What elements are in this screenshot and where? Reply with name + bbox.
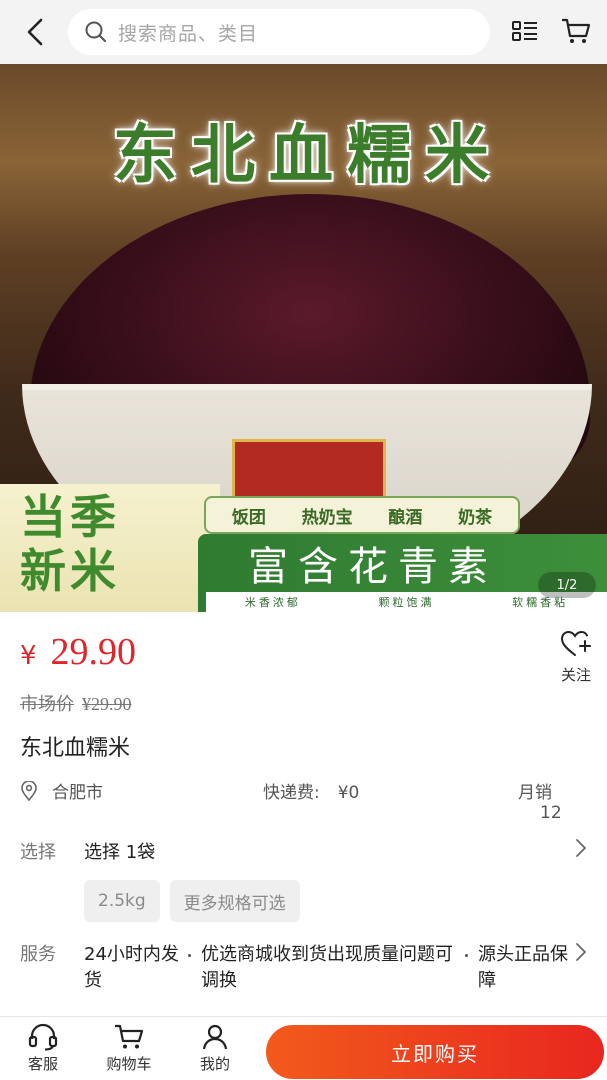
spec-selection-row[interactable]: 选择 选择 1袋 [20, 836, 590, 866]
usage-tags: 饭团 热奶宝 酿酒 奶茶 [204, 496, 520, 534]
service-label: 服务 [20, 944, 56, 965]
customer-service-tab[interactable]: 客服 [13, 1023, 73, 1074]
product-image-carousel[interactable]: 东北血糯米 当季 新米 饭团 热奶宝 酿酒 奶茶 富含花青素 米香浓郁 颗粒饱满… [0, 64, 607, 612]
follow-button[interactable]: 关注 [552, 630, 600, 685]
search-icon [85, 21, 107, 43]
shipping-fee: 快递费: ¥0 [263, 778, 359, 803]
customer-service-label: 客服 [27, 1055, 58, 1073]
bowl-stamp [232, 439, 386, 499]
location: 合肥市 [20, 778, 103, 803]
season-text: 当季 新米 [20, 490, 120, 598]
season-line-2: 新米 [20, 544, 120, 598]
spec-options: 2.5kg 更多规格可选 [84, 880, 310, 922]
cart-button[interactable] [560, 15, 592, 47]
image-title: 东北血糯米 [113, 118, 503, 193]
price-value: 29.90 [50, 631, 137, 673]
back-arrow-icon [27, 18, 43, 46]
subline-item: 米香浓郁 [244, 596, 301, 609]
market-price-value: ¥29.90 [82, 694, 132, 714]
search-bar[interactable]: 搜索商品、类目 [68, 9, 490, 55]
shipping-value: ¥0 [337, 783, 360, 803]
bottom-action-bar: 客服 购物车 我的 立即购买 [0, 1016, 607, 1080]
person-icon [202, 1024, 228, 1050]
back-button[interactable] [18, 14, 54, 50]
market-price-label: 市场价 [20, 694, 74, 714]
monthly-sales: 月销12 [518, 778, 590, 823]
buy-now-button[interactable]: 立即购买 [266, 1025, 604, 1079]
cart-icon [115, 1024, 144, 1049]
sales-value: 12 [540, 803, 562, 823]
market-price: 市场价 ¥29.90 [20, 690, 140, 716]
usage-tag: 饭团 [231, 507, 266, 528]
top-bar: 搜索商品、类目 [0, 0, 607, 64]
chevron-right-icon [576, 839, 586, 857]
shipping-label: 快递费: [263, 783, 320, 803]
product-name: 东北血糯米 [20, 736, 131, 761]
cart-label: 购物车 [106, 1055, 152, 1073]
more-specs-chip[interactable]: 更多规格可选 [169, 880, 300, 922]
service-row[interactable]: 服务 24小时内发货 优选商城收到货出现质量问题可调换 源头正品保障 [20, 940, 590, 1000]
service-item: 优选商城收到货出现质量问题可调换 [201, 944, 453, 991]
currency-symbol: ¥ [20, 641, 37, 671]
image-headline: 富含花青素 [248, 544, 498, 590]
spec-option-chip[interactable]: 2.5kg [84, 880, 160, 922]
usage-tag: 热奶宝 [301, 507, 353, 528]
cart-tab[interactable]: 购物车 [99, 1023, 159, 1074]
sales-label: 月销 [518, 783, 552, 803]
profile-tab[interactable]: 我的 [185, 1023, 245, 1074]
delivery-info-row: 合肥市 快递费: ¥0 月销12 [20, 776, 590, 823]
separator-dot [465, 954, 468, 957]
separator-dot [188, 954, 191, 957]
chevron-right-icon [576, 943, 586, 961]
usage-tag: 奶茶 [458, 507, 493, 528]
category-menu-button[interactable] [510, 16, 542, 48]
location-pin-icon [21, 780, 37, 801]
season-line-1: 当季 [20, 490, 120, 544]
headset-icon [28, 1023, 58, 1051]
selection-value: 选择 1袋 [84, 842, 156, 863]
heart-plus-icon [560, 630, 591, 656]
image-pager: 1/2 [538, 572, 596, 598]
subline-item: 颗粒饱满 [378, 596, 435, 609]
follow-label: 关注 [560, 666, 591, 684]
selection-label: 选择 [20, 842, 56, 863]
usage-tag: 酿酒 [388, 507, 423, 528]
cart-icon [562, 18, 591, 43]
list-menu-icon [512, 21, 537, 41]
profile-label: 我的 [199, 1055, 230, 1073]
service-item: 源头正品保障 [478, 944, 568, 991]
price: ¥ 29.90 [20, 630, 136, 674]
location-text: 合肥市 [52, 783, 103, 803]
search-placeholder: 搜索商品、类目 [118, 22, 259, 45]
service-item: 24小时内发货 [84, 944, 179, 991]
